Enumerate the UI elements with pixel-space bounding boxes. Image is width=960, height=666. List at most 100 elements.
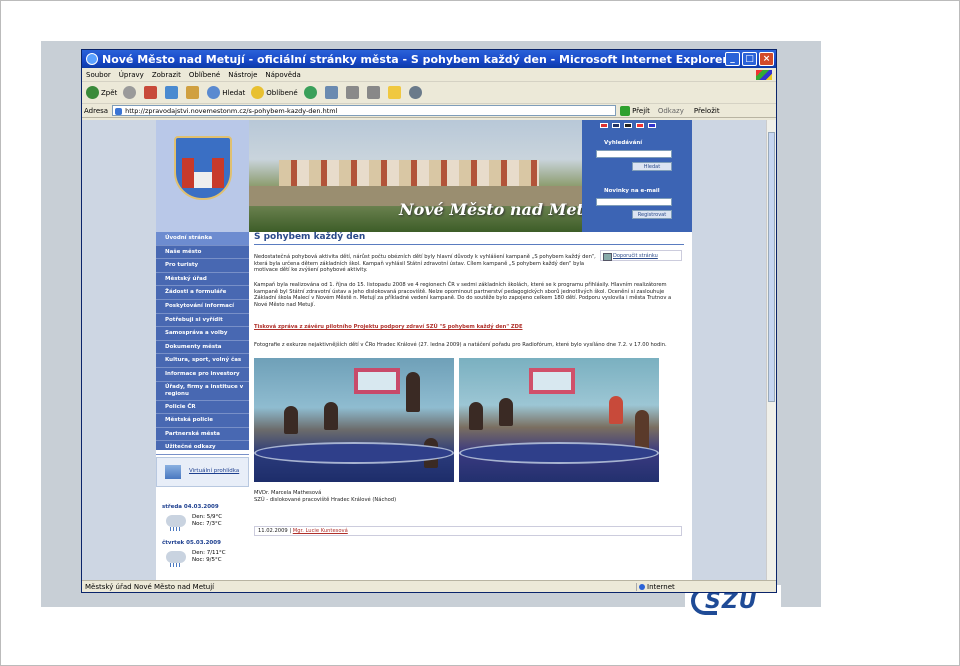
weather-day-temp-2: Den: 7/11°C [192,550,226,556]
photo-person [406,372,420,412]
site-search-button[interactable]: Hledat [632,162,672,171]
article-author-link[interactable]: Mgr. Lucie Kuntesová [293,528,348,534]
weather-day-2: čtvrtek 05.03.2009 [162,540,221,546]
nav-item-information[interactable]: Poskytování informací [156,300,249,314]
url-input[interactable]: http://zpravodajstvi.novemestonm.cz/s-po… [112,105,617,116]
photo-desk [254,442,454,464]
register-button[interactable]: Registrovat [632,210,672,219]
mail-button[interactable] [324,86,340,99]
status-text: Městský úřad Nové Město nad Metují [85,582,215,591]
virtual-tour-icon [165,465,181,479]
flag-fr-icon[interactable] [648,123,656,128]
flag-cz-icon[interactable] [600,123,608,128]
refresh-icon [165,86,179,99]
edit-button[interactable] [366,86,382,99]
recommend-page-link[interactable]: Doporučit stránku [600,250,682,261]
virtual-tour-link[interactable]: Virtuální prohlídka [156,457,249,487]
folder-button[interactable] [387,86,403,99]
nav-item-police[interactable]: Policie ČR [156,401,249,415]
close-button[interactable]: × [759,52,774,66]
maximize-button[interactable]: □ [742,52,757,66]
flag-de-icon[interactable] [624,123,632,128]
nav-item-links[interactable]: Užitečné odkazy [156,441,249,455]
coat-of-arms-icon [174,136,232,200]
ie-icon [86,53,98,65]
nav-item-government[interactable]: Samospráva a volby [156,327,249,341]
home-button[interactable] [186,86,201,99]
forward-button[interactable] [123,86,138,99]
nav-item-city-police[interactable]: Městská policie [156,414,249,428]
menu-napoveda[interactable]: Nápověda [265,71,300,79]
town-logo[interactable] [156,120,249,232]
refresh-button[interactable] [165,86,180,99]
menu-oblibene[interactable]: Oblíbené [189,71,220,79]
flag-en-icon[interactable] [612,123,620,128]
nav-item-documents[interactable]: Dokumenty města [156,341,249,355]
address-bar: Adresa http://zpravodajstvi.novemestonm.… [82,104,776,118]
translate-button[interactable]: Přeložit [694,107,720,115]
messenger-icon [408,86,422,99]
nav-item-forms[interactable]: Žádosti a formuláře [156,286,249,300]
article-paragraph-1: Nedostatečná pohybová aktivita dětí, nár… [254,254,596,274]
photo-desk [459,442,659,464]
nav-item-town-office[interactable]: Městský úřad [156,273,249,287]
minimize-button[interactable]: _ [725,52,740,66]
title-bar: Nové Město nad Metují - oficiální stránk… [82,50,776,68]
virtual-tour-label: Virtuální prohlídka [189,468,240,474]
back-arrow-icon [86,86,99,99]
stop-icon [144,86,158,99]
menu-zobrazit[interactable]: Zobrazit [152,71,181,79]
flag-pl-icon[interactable] [636,123,644,128]
banner-title: Nové Město nad Metují [399,200,582,219]
nav-item-tourists[interactable]: Pro turisty [156,259,249,273]
photo-person [324,402,338,430]
go-button[interactable]: Přejít [620,105,650,116]
weather-night-temp-1: Noc: 7/3°C [192,521,222,527]
nav-item-institutions[interactable]: Úřady, firmy a instituce v regionu [156,382,249,401]
site-search-input[interactable] [596,150,672,158]
home-icon [186,86,200,99]
nav-item-our-town[interactable]: Naše město [156,246,249,260]
article-paragraph-3: Fotografie z exkurze nejaktivnějších dět… [254,342,667,348]
nav-item-investors[interactable]: Informace pro investory [156,368,249,382]
header-side-panel: Vyhledávání Hledat Novinky na e-mail Reg… [582,120,692,232]
history-icon [303,86,317,99]
newsletter-email-input[interactable] [596,198,672,206]
vertical-scrollbar[interactable] [766,120,776,580]
photo-studio-1[interactable] [254,358,454,482]
presentation-slide: SZU Nové Město nad Metují - oficiální st… [0,0,960,666]
weather-night-temp-2: Noc: 9/5°C [192,557,222,563]
header-banner: Nové Město nad Metují [249,120,582,232]
photo-person [469,402,483,430]
links-button[interactable]: Odkazy [658,107,684,115]
stop-button[interactable] [144,86,159,99]
press-release-link[interactable]: Tisková zpráva z závěru pilotního Projek… [254,324,684,331]
weather-day-1: středa 04.03.2009 [162,504,219,510]
menu-nastroje[interactable]: Nástroje [228,71,257,79]
messenger-button[interactable] [408,86,424,99]
scrollbar-thumb[interactable] [768,132,775,402]
search-icon [207,86,221,99]
nav-item-arrange[interactable]: Potřebuji si vyřídit [156,314,249,328]
menu-soubor[interactable]: Soubor [86,71,111,79]
status-bar: Městský úřad Nové Město nad Metují Inter… [82,580,776,592]
go-arrow-icon [620,105,631,116]
nav-item-culture[interactable]: Kultura, sport, volný čas [156,354,249,368]
coat-of-arms-tower-right [212,158,224,188]
menu-upravy[interactable]: Úpravy [119,71,144,79]
newsletter-label: Novinky na e-mail [604,188,660,194]
history-button[interactable] [303,86,319,99]
address-label: Adresa [84,106,109,115]
favorites-button[interactable]: Oblíbené [251,86,298,99]
nav-item-home[interactable]: Úvodní stránka [156,232,249,246]
photo-studio-2[interactable] [459,358,659,482]
article-signature: MVDr. Marcela Mathesová SZÚ - dislokovan… [254,490,396,503]
article-heading: S pohybem každý den [254,232,366,242]
back-button[interactable]: Zpět [86,86,117,99]
security-zone: Internet [636,582,776,591]
print-button[interactable] [345,86,361,99]
article-paragraph-2: Kampaň byla realizována od 1. října do 1… [254,282,672,308]
folder-icon [387,86,401,99]
nav-item-partner-towns[interactable]: Partnerská města [156,428,249,442]
search-button[interactable]: Hledat [207,86,245,99]
